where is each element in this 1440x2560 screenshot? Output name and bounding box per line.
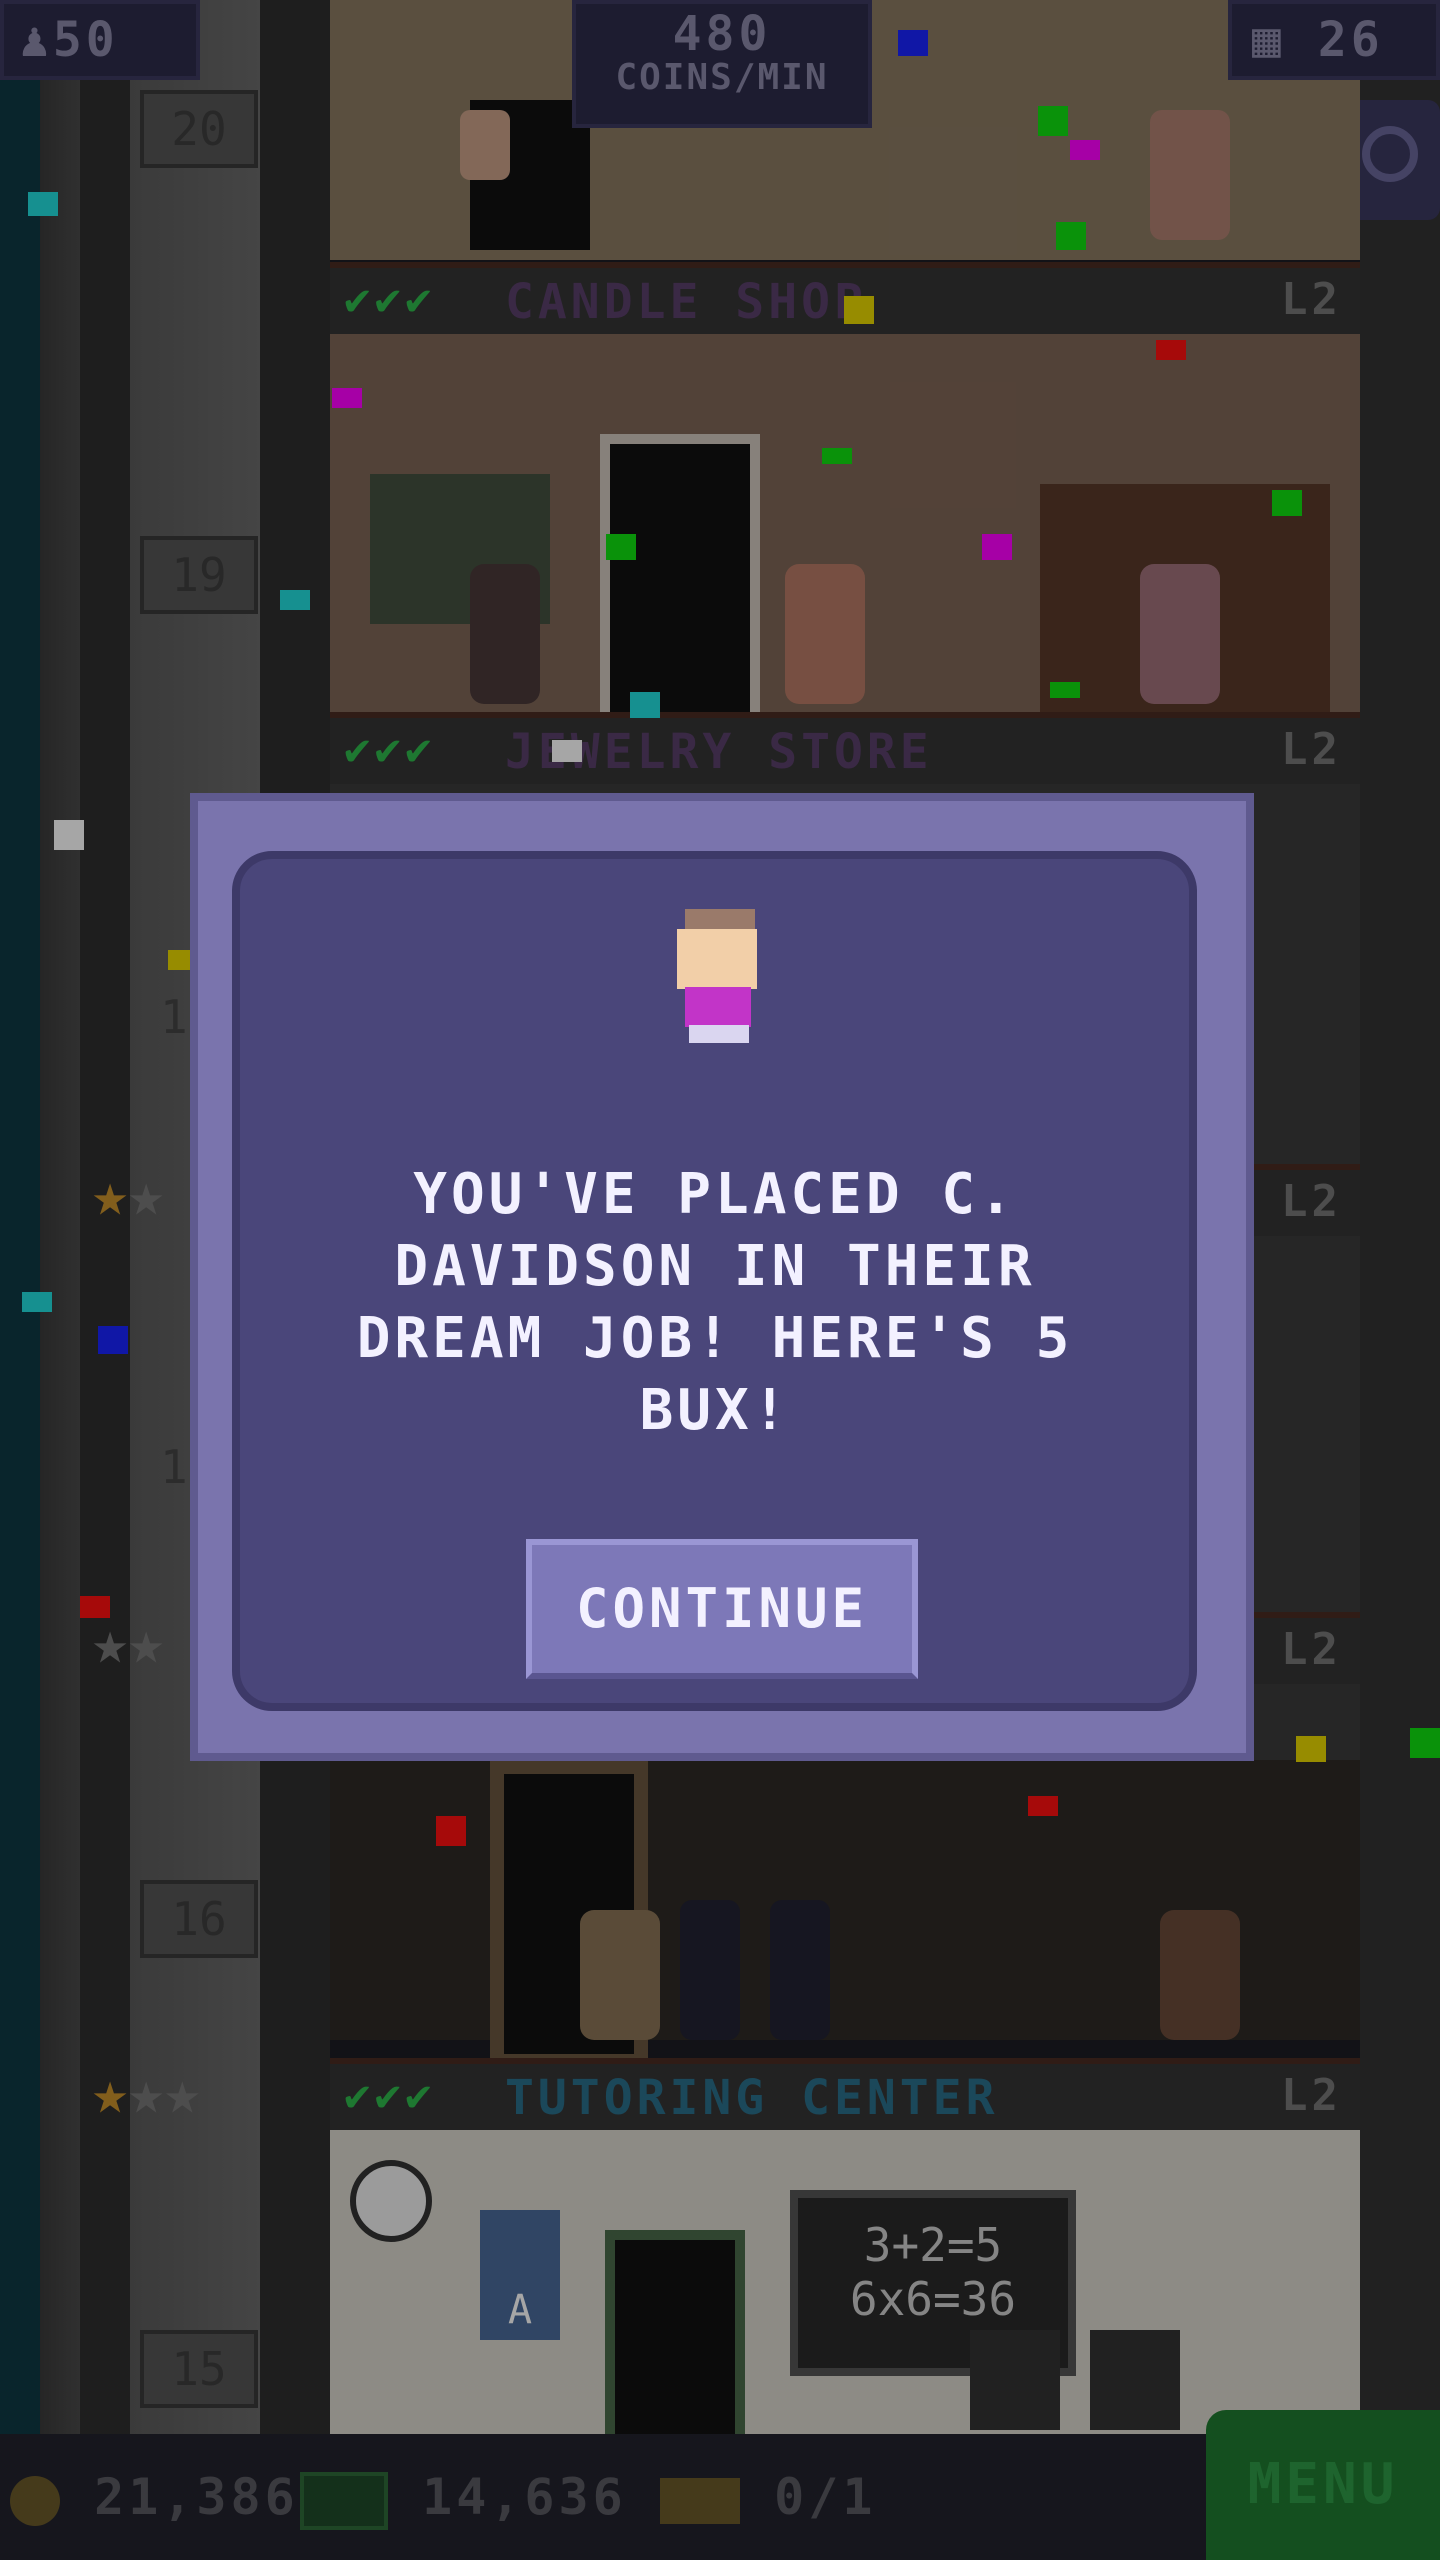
reward-dialog: YOU'VE PLACED C. DAVIDSON IN THEIR DREAM… bbox=[190, 793, 1254, 1761]
avatar bbox=[665, 909, 775, 1049]
dialog-message: YOU'VE PLACED C. DAVIDSON IN THEIR DREAM… bbox=[356, 1162, 1074, 1443]
continue-button[interactable]: CONTINUE bbox=[526, 1539, 918, 1679]
dialog-panel: YOU'VE PLACED C. DAVIDSON IN THEIR DREAM… bbox=[232, 851, 1197, 1711]
